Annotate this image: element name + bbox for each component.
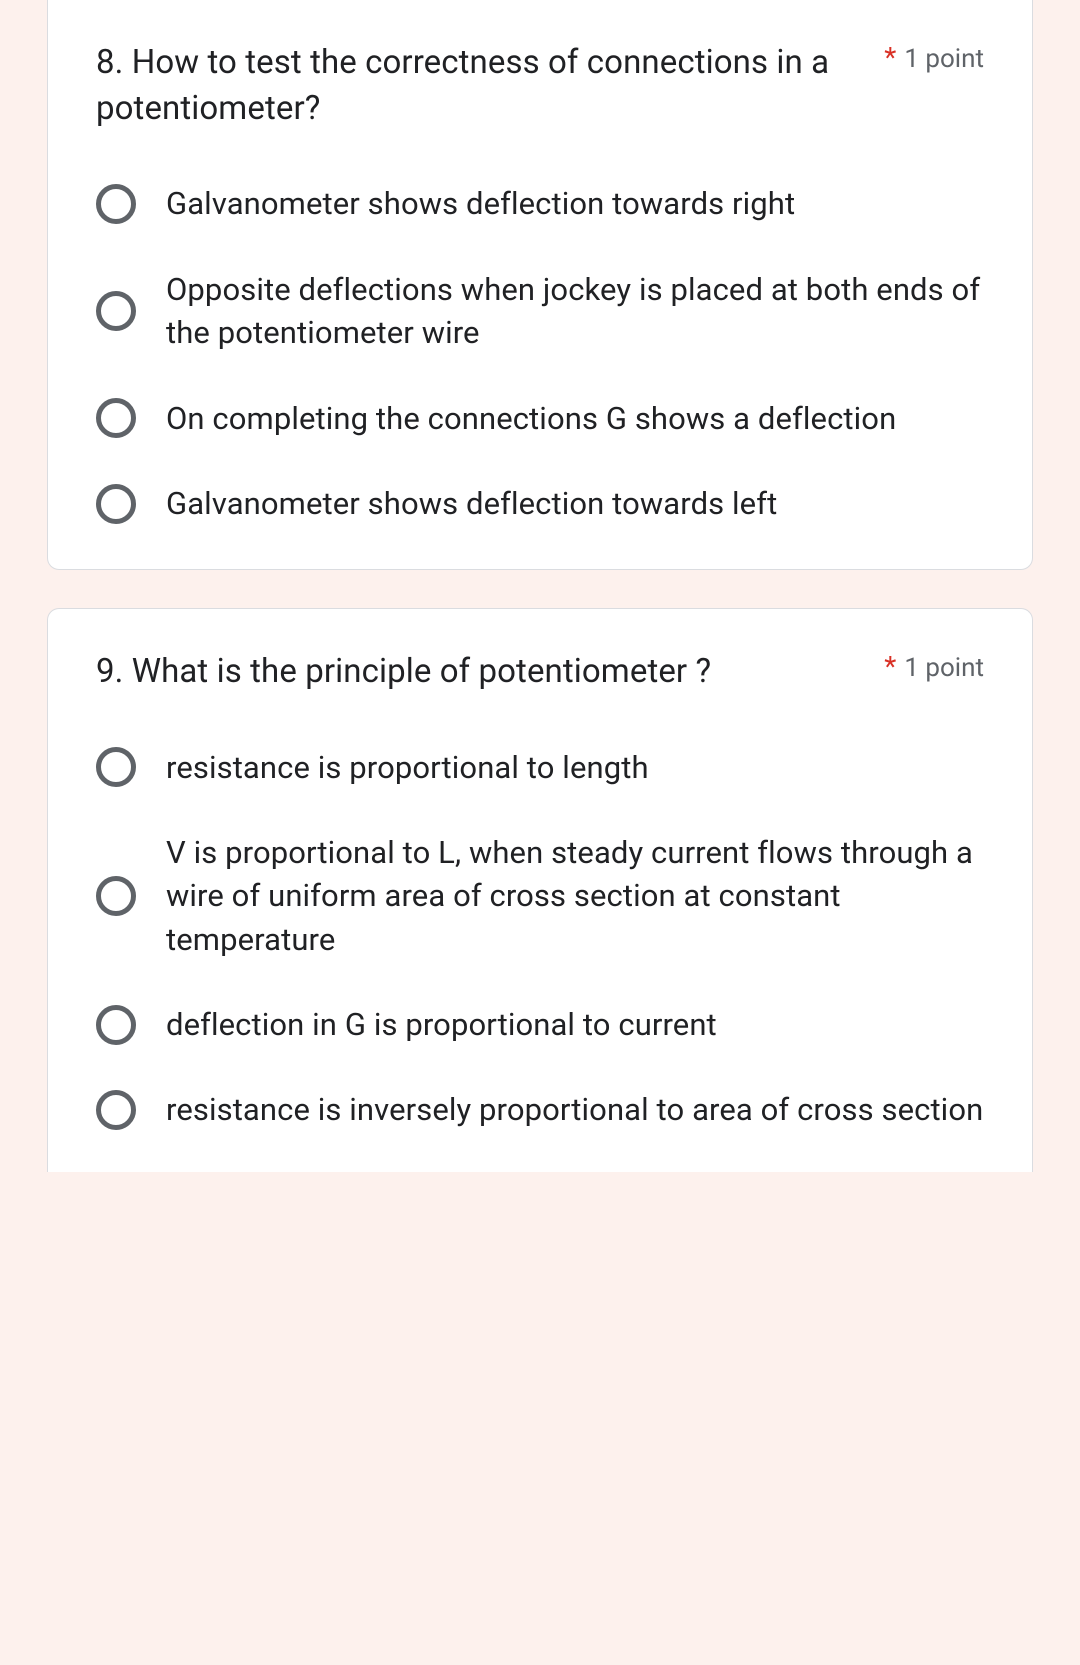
- question-card-9: 9. What is the principle of potentiomete…: [47, 608, 1033, 1172]
- radio-icon: [96, 484, 136, 524]
- option-row[interactable]: resistance is inversely proportional to …: [96, 1088, 984, 1131]
- option-text: V is proportional to L, when steady curr…: [166, 831, 984, 961]
- radio-icon: [96, 1005, 136, 1045]
- option-text: deflection in G is proportional to curre…: [166, 1003, 717, 1046]
- points-text: 1 point: [904, 653, 984, 683]
- radio-icon: [96, 291, 136, 331]
- option-text: resistance is inversely proportional to …: [166, 1088, 983, 1131]
- option-row[interactable]: V is proportional to L, when steady curr…: [96, 831, 984, 961]
- radio-icon: [96, 184, 136, 224]
- points-text: 1 point: [904, 44, 984, 74]
- question-header: 8. How to test the correctness of connec…: [96, 40, 984, 132]
- option-row[interactable]: On completing the connections G shows a …: [96, 397, 984, 440]
- points-indicator: * 1 point: [884, 649, 984, 683]
- question-card-8: 8. How to test the correctness of connec…: [47, 0, 1033, 570]
- radio-icon: [96, 747, 136, 787]
- option-row[interactable]: resistance is proportional to length: [96, 746, 984, 789]
- radio-icon: [96, 876, 136, 916]
- question-title: 8. How to test the correctness of connec…: [96, 40, 884, 132]
- option-row[interactable]: Opposite deflections when jockey is plac…: [96, 268, 984, 355]
- option-text: Opposite deflections when jockey is plac…: [166, 268, 984, 355]
- option-row[interactable]: Galvanometer shows deflection towards ri…: [96, 182, 984, 225]
- required-star-icon: *: [884, 653, 896, 681]
- radio-icon: [96, 1090, 136, 1130]
- points-indicator: * 1 point: [884, 40, 984, 74]
- option-row[interactable]: deflection in G is proportional to curre…: [96, 1003, 984, 1046]
- option-text: resistance is proportional to length: [166, 746, 649, 789]
- required-star-icon: *: [884, 44, 896, 72]
- radio-icon: [96, 398, 136, 438]
- option-text: Galvanometer shows deflection towards ri…: [166, 182, 795, 225]
- question-title: 9. What is the principle of potentiomete…: [96, 649, 884, 695]
- question-header: 9. What is the principle of potentiomete…: [96, 649, 984, 695]
- option-text: On completing the connections G shows a …: [166, 397, 896, 440]
- option-row[interactable]: Galvanometer shows deflection towards le…: [96, 482, 984, 525]
- option-text: Galvanometer shows deflection towards le…: [166, 482, 777, 525]
